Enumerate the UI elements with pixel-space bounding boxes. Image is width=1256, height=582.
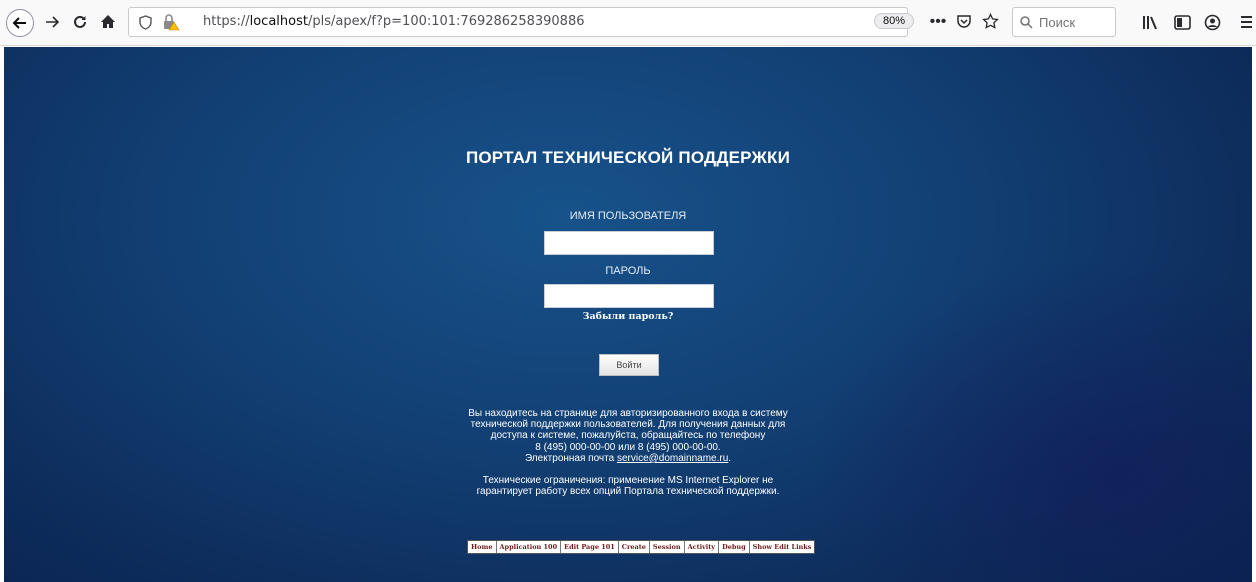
info-line: 8 (495) 000-00-00 или 8 (495) 000-00-00. (535, 441, 721, 453)
back-icon (12, 17, 26, 29)
info-line: доступа к системе, пожалуйста, обращайте… (490, 430, 766, 442)
back-button[interactable] (6, 9, 34, 37)
library-icon[interactable] (1140, 12, 1160, 32)
devbar-home-link[interactable]: Home (468, 541, 497, 553)
reload-button[interactable] (66, 8, 94, 36)
url-prefix: https:// (203, 14, 250, 29)
forward-icon (46, 16, 60, 28)
pocket-icon[interactable] (954, 12, 974, 32)
login-page: ПОРТАЛ ТЕХНИЧЕСКОЙ ПОДДЕРЖКИ ИМЯ ПОЛЬЗОВ… (4, 47, 1252, 582)
password-label: ПАРОЛЬ (605, 265, 651, 277)
info-line: технической поддержки пользователей. Для… (470, 419, 786, 431)
developer-toolbar: Home Application 100 Edit Page 101 Creat… (467, 540, 816, 554)
password-field[interactable] (544, 284, 714, 308)
sidebar-icon[interactable] (1172, 12, 1192, 32)
search-bar[interactable]: Поиск (1012, 7, 1116, 37)
devbar-activity-link[interactable]: Activity (685, 541, 720, 553)
email-link[interactable]: service@domainname.ru (617, 453, 728, 464)
username-label: ИМЯ ПОЛЬЗОВАТЕЛЯ (569, 210, 687, 222)
page-title: ПОРТАЛ ТЕХНИЧЕСКОЙ ПОДДЕРЖКИ (465, 148, 791, 167)
insecure-lock-icon[interactable] (161, 13, 181, 31)
forward-button[interactable] (38, 8, 66, 36)
devbar-session-link[interactable]: Session (650, 541, 685, 553)
home-button[interactable] (94, 8, 122, 36)
devbar-create-link[interactable]: Create (619, 541, 650, 553)
search-icon (1019, 15, 1033, 29)
restriction-line: Технические ограничения: применение MS I… (482, 475, 774, 487)
menu-icon[interactable] (1238, 12, 1254, 32)
email-prefix: Электронная почта (524, 452, 617, 464)
reload-icon (74, 15, 86, 28)
login-button[interactable]: Войти (599, 354, 659, 376)
bookmark-star-icon[interactable] (980, 11, 1000, 31)
username-field[interactable] (544, 231, 714, 255)
url-bar[interactable]: https://localhost/pls/apex/f?p=100:101:7… (128, 7, 915, 37)
url-host: localhost (249, 14, 308, 29)
shield-icon[interactable] (137, 14, 153, 30)
devbar-edit-page-link[interactable]: Edit Page 101 (561, 541, 619, 553)
devbar-show-edit-links-link[interactable]: Show Edit Links (750, 541, 815, 553)
url-path: /pls/apex/f?p=100:101:769286258390886 (307, 14, 585, 29)
email-line: Электронная почта service@domainname.ru. (438, 453, 818, 464)
devbar-debug-link[interactable]: Debug (719, 541, 750, 553)
forgot-password-link[interactable]: Забыли пароль? (4, 311, 1252, 322)
browser-toolbar: https://localhost/pls/apex/f?p=100:101:7… (0, 0, 1256, 46)
search-placeholder: Поиск (1039, 15, 1076, 30)
info-line: Вы находитесь на странице для авторизиро… (468, 408, 788, 419)
restriction-line: гарантирует работу всех опций Портала те… (476, 486, 780, 498)
email-suffix: . (728, 452, 732, 464)
url-text[interactable]: https://localhost/pls/apex/f?p=100:101:7… (203, 14, 585, 29)
devbar-application-link[interactable]: Application 100 (497, 541, 562, 553)
page-actions-icon[interactable]: ••• (928, 12, 948, 32)
zoom-level-badge[interactable]: 80% (874, 13, 915, 29)
home-icon (101, 15, 115, 28)
account-icon[interactable] (1202, 12, 1222, 32)
info-text: Вы находитесь на странице для авторизиро… (438, 408, 818, 497)
